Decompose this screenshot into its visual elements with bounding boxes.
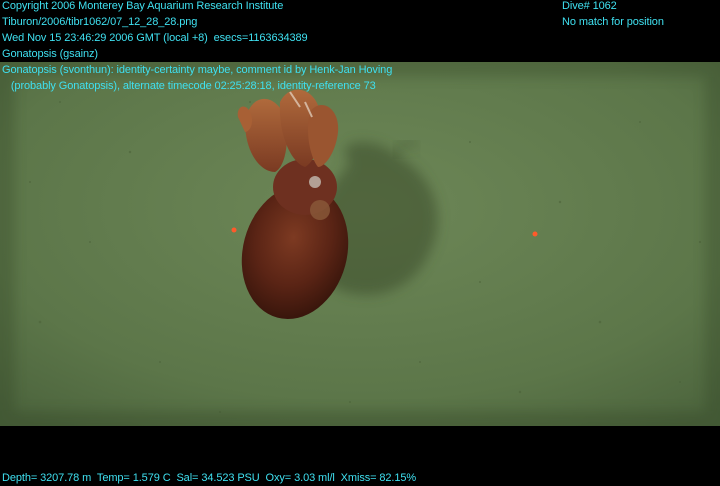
timestamp-text: Wed Nov 15 23:46:29 2006 GMT (local +8) … xyxy=(2,32,308,44)
video-frame: Copyright 2006 Monterey Bay Aquarium Res… xyxy=(0,0,720,486)
position-status-text: No match for position xyxy=(562,16,664,28)
telemetry-text: Depth= 3207.78 m Temp= 1.579 C Sal= 34.5… xyxy=(2,472,417,484)
file-path-text: Tiburon/2006/tibr1062/07_12_28_28.png xyxy=(2,16,198,28)
copyright-text: Copyright 2006 Monterey Bay Aquarium Res… xyxy=(2,0,284,12)
annotation-line-1: Gonatopsis (svonthun): identity-certaint… xyxy=(2,64,393,76)
seafloor-scene xyxy=(0,62,720,426)
annotation-line-2: (probably Gonatopsis), alternate timecod… xyxy=(2,80,376,92)
seafloor-image xyxy=(0,62,720,426)
dive-number-text: Dive# 1062 xyxy=(562,0,617,12)
taxon-text: Gonatopsis (gsainz) xyxy=(2,48,98,60)
